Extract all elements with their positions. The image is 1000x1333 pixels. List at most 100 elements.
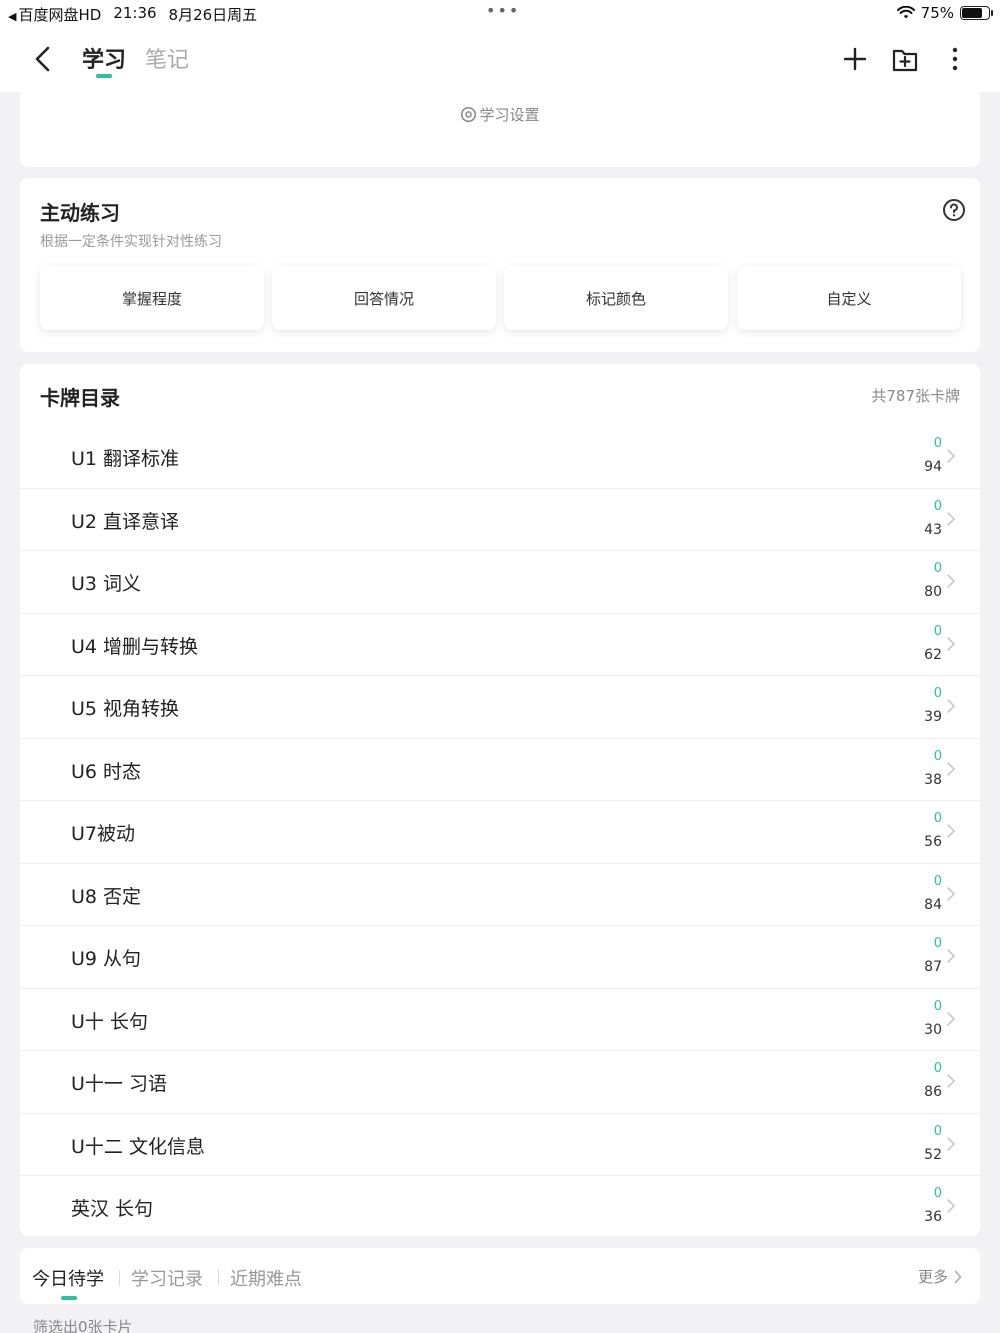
tab-divider bbox=[218, 1270, 219, 1286]
unit-name: U5 视角转换 bbox=[71, 698, 180, 720]
folder-add-icon[interactable] bbox=[890, 42, 920, 76]
unit-list: U1 翻译标准 0 94 U2 直译意译 0 43 U3 词义 0 80 U4 增删与转换 0 62 U… bbox=[20, 426, 980, 1239]
study-settings-card: 学习设置 bbox=[20, 92, 980, 167]
chevron-right-icon bbox=[954, 1270, 962, 1283]
unit-total-count: 87 bbox=[924, 959, 942, 975]
practice-mastery-button[interactable]: 掌握程度 bbox=[40, 266, 264, 330]
unit-name: U1 翻译标准 bbox=[71, 448, 180, 470]
unit-new-count: 0 bbox=[933, 686, 942, 701]
chevron-right-icon bbox=[947, 1136, 955, 1151]
card-catalog: 卡牌目录 共787张卡牌 U1 翻译标准 0 94 U2 直译意译 0 43 U3 词义 0 8… bbox=[20, 364, 980, 1236]
unit-row[interactable]: U7被动 0 56 bbox=[20, 801, 980, 864]
unit-new-count: 0 bbox=[933, 561, 942, 576]
unit-row[interactable]: U6 时态 0 38 bbox=[20, 739, 980, 801]
unit-total-count: 38 bbox=[924, 771, 942, 788]
more-link[interactable]: 更多 bbox=[918, 1266, 962, 1287]
unit-row[interactable]: U十二 文化信息 0 52 bbox=[20, 1114, 980, 1176]
unit-name: U7被动 bbox=[71, 823, 135, 845]
tab-study-indicator bbox=[96, 74, 112, 78]
unit-row[interactable]: U3 词义 0 80 bbox=[20, 551, 980, 614]
unit-total-count: 36 bbox=[924, 1209, 942, 1225]
study-settings-link[interactable]: 学习设置 bbox=[20, 104, 980, 125]
catalog-card-count: 共787张卡牌 bbox=[871, 387, 960, 405]
chevron-right-icon bbox=[947, 824, 955, 838]
unit-new-count: 0 bbox=[933, 873, 942, 889]
unit-total-count: 62 bbox=[924, 646, 942, 663]
study-settings-label: 学习设置 bbox=[479, 106, 540, 124]
unit-row[interactable]: U十 长句 0 30 bbox=[20, 989, 980, 1051]
unit-new-count: 0 bbox=[933, 623, 942, 639]
wifi-icon bbox=[896, 6, 915, 19]
battery-icon bbox=[960, 6, 993, 20]
status-bar: ◀ 百度网盘HD 21:36 8月26日周五 ••• 75% bbox=[0, 0, 1000, 28]
chevron-right-icon bbox=[947, 1074, 955, 1088]
tab-notes[interactable]: 笔记 bbox=[145, 42, 189, 74]
practice-custom-button[interactable]: 自定义 bbox=[737, 266, 961, 330]
tab-study-history[interactable]: 学习记录 bbox=[131, 1265, 203, 1291]
unit-row[interactable]: U十一 习语 0 86 bbox=[20, 1051, 980, 1114]
unit-name: U十 长句 bbox=[71, 1010, 148, 1033]
unit-total-count: 94 bbox=[924, 459, 942, 475]
multitask-dots[interactable]: ••• bbox=[486, 1, 520, 20]
tab-divider bbox=[119, 1270, 120, 1286]
unit-new-count: 0 bbox=[933, 998, 942, 1014]
tab-recent-difficult[interactable]: 近期难点 bbox=[230, 1265, 302, 1291]
study-tabs-card: 今日待学 学习记录 近期难点 更多 bbox=[20, 1248, 980, 1304]
back-app-label[interactable]: 百度网盘HD bbox=[18, 6, 101, 24]
tab-today-pending[interactable]: 今日待学 bbox=[32, 1265, 104, 1291]
back-to-app-link[interactable]: ◀ 百度网盘HD bbox=[8, 4, 101, 25]
unit-new-count: 0 bbox=[933, 748, 942, 764]
unit-new-count: 0 bbox=[933, 1186, 942, 1201]
plus-icon[interactable] bbox=[840, 42, 870, 76]
unit-total-count: 80 bbox=[924, 584, 942, 600]
tab-today-indicator bbox=[61, 1296, 77, 1300]
settings-icon bbox=[461, 106, 477, 123]
unit-row[interactable]: U8 否定 0 84 bbox=[20, 864, 980, 926]
help-icon[interactable] bbox=[942, 198, 966, 222]
unit-new-count: 0 bbox=[933, 1061, 942, 1076]
tab-study[interactable]: 学习 bbox=[82, 42, 126, 74]
unit-row[interactable]: U2 直译意译 0 43 bbox=[20, 489, 980, 551]
unit-new-count: 0 bbox=[933, 436, 942, 451]
unit-total-count: 56 bbox=[924, 834, 942, 850]
chevron-right-icon bbox=[947, 574, 955, 588]
more-vertical-icon[interactable] bbox=[940, 42, 970, 76]
unit-new-count: 0 bbox=[933, 811, 942, 826]
practice-subtitle: 根据一定条件实现针对性练习 bbox=[40, 234, 222, 250]
chevron-right-icon bbox=[947, 636, 955, 651]
status-time: 21:36 bbox=[113, 4, 157, 22]
unit-name: U9 从句 bbox=[71, 948, 142, 970]
unit-total-count: 30 bbox=[924, 1021, 942, 1038]
unit-row[interactable]: U1 翻译标准 0 94 bbox=[20, 426, 980, 489]
chevron-right-icon bbox=[947, 949, 955, 963]
unit-name: 英汉 长句 bbox=[71, 1198, 154, 1220]
battery-percent: 75% bbox=[920, 4, 954, 22]
chevron-right-icon bbox=[947, 886, 955, 901]
back-icon[interactable] bbox=[30, 42, 58, 76]
unit-total-count: 84 bbox=[924, 896, 942, 913]
top-nav-bar: 学习 笔记 bbox=[0, 28, 1000, 92]
unit-name: U2 直译意译 bbox=[71, 510, 180, 533]
unit-new-count: 0 bbox=[933, 498, 942, 514]
more-label: 更多 bbox=[917, 1268, 948, 1286]
unit-row[interactable]: U5 视角转换 0 39 bbox=[20, 676, 980, 739]
catalog-title: 卡牌目录 bbox=[40, 386, 120, 410]
practice-title: 主动练习 bbox=[40, 201, 120, 225]
chevron-right-icon bbox=[947, 699, 955, 713]
unit-name: U3 词义 bbox=[71, 573, 142, 595]
unit-name: U十一 习语 bbox=[71, 1073, 167, 1095]
unit-row[interactable]: U9 从句 0 87 bbox=[20, 926, 980, 989]
unit-total-count: 86 bbox=[924, 1084, 942, 1100]
status-date: 8月26日周五 bbox=[168, 6, 258, 24]
practice-color-tag-button[interactable]: 标记颜色 bbox=[504, 266, 728, 330]
chevron-right-icon bbox=[947, 761, 955, 776]
unit-new-count: 0 bbox=[933, 1123, 942, 1139]
unit-new-count: 0 bbox=[933, 936, 942, 951]
unit-row[interactable]: 英汉 长句 0 36 bbox=[20, 1176, 980, 1239]
unit-name: U十二 文化信息 bbox=[71, 1135, 205, 1158]
unit-name: U4 增删与转换 bbox=[71, 635, 199, 658]
unit-row[interactable]: U4 增删与转换 0 62 bbox=[20, 614, 980, 676]
practice-answers-button[interactable]: 回答情况 bbox=[272, 266, 496, 330]
chevron-right-icon bbox=[947, 449, 955, 463]
unit-name: U8 否定 bbox=[71, 885, 142, 908]
